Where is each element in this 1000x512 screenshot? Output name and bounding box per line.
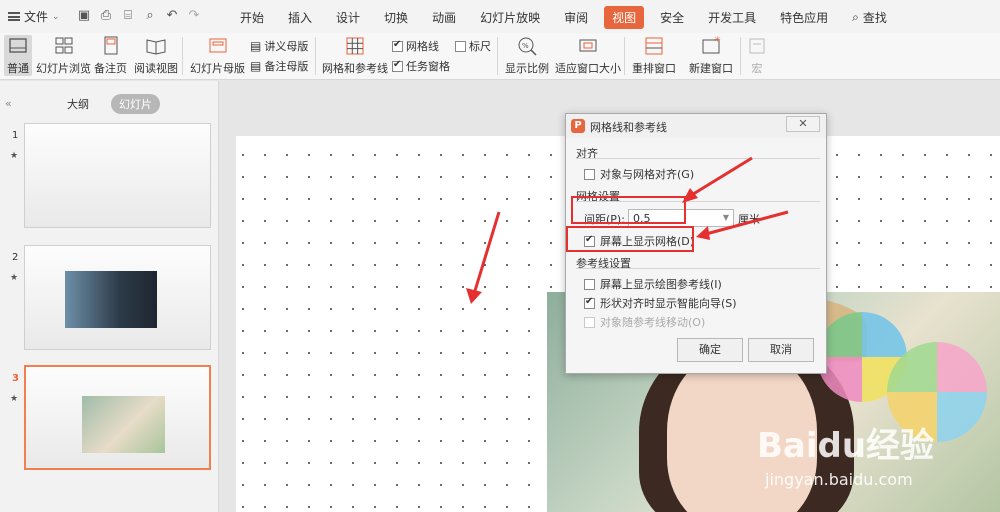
annotation-arrow (689, 156, 753, 198)
annotation-arrowhead (696, 226, 710, 240)
annotation-arrows (466, 156, 789, 304)
annotation-arrowhead (682, 188, 698, 203)
annotation-arrow (705, 210, 789, 236)
annotation-arrow (472, 211, 501, 295)
annotation-arrowhead (466, 288, 482, 304)
